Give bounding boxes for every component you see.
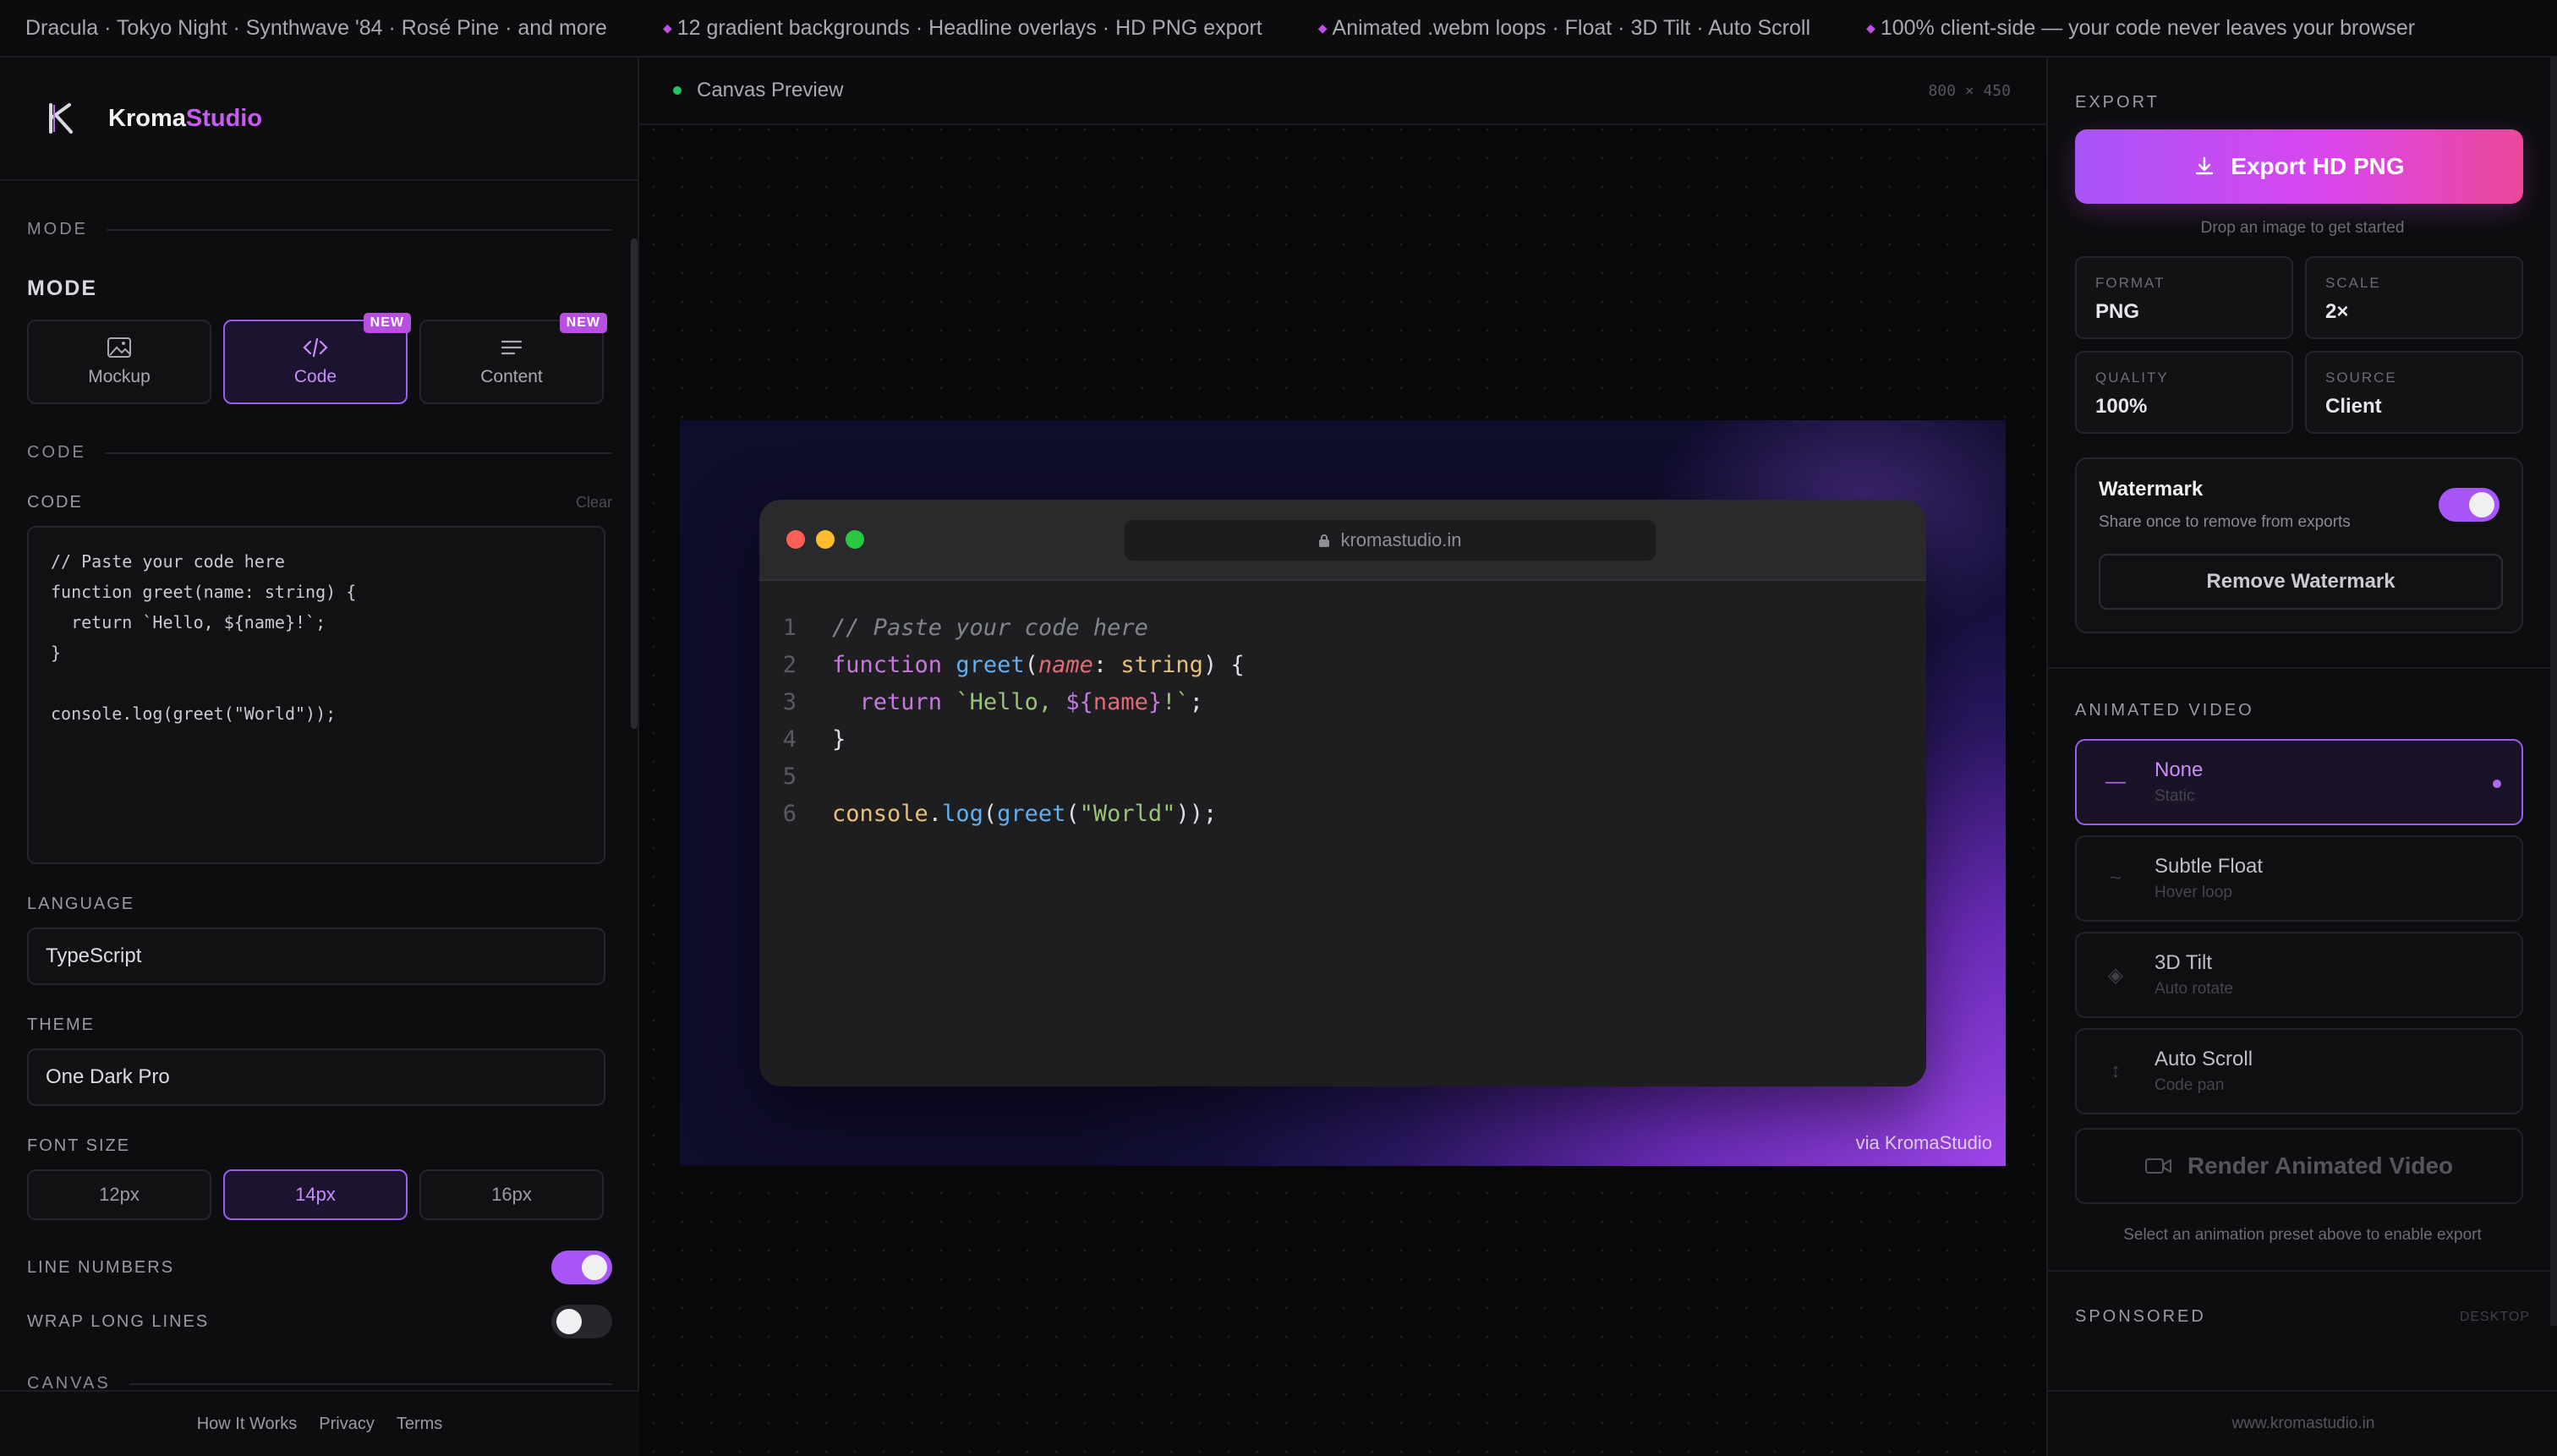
brand-header: KromaStudio [0, 57, 638, 181]
ticker-item: ◆ Animated .webm loops · Float · 3D Tilt … [1317, 15, 1811, 40]
remove-watermark-button[interactable]: Remove Watermark [2099, 554, 2503, 610]
diamond-bullet-icon: ◆ [1317, 20, 1328, 35]
wave-icon: ~ [2109, 867, 2122, 889]
animation-preset-3d-tilt[interactable]: ◈ 3D Tilt Auto rotate [2075, 932, 2523, 1018]
sidebar-footer: How It Works Privacy Terms [0, 1390, 639, 1456]
new-badge: NEW [559, 313, 607, 333]
font-size-12-button[interactable]: 12px [27, 1169, 211, 1220]
diamond-bullet-icon: ◆ [1866, 20, 1875, 35]
setting-quality[interactable]: QUALITY 100% [2075, 351, 2293, 434]
maximize-dot-icon [846, 530, 864, 549]
setting-source[interactable]: SOURCE Client [2305, 351, 2523, 434]
font-size-14-button[interactable]: 14px [223, 1169, 408, 1220]
code-line: 5 [782, 764, 797, 790]
preview-header: Canvas Preview 800 × 450 [639, 57, 2046, 125]
setting-format[interactable]: FORMAT PNG [2075, 256, 2293, 339]
code-line: 1// Paste your code here [782, 615, 1148, 641]
animation-preset-none[interactable]: — None Static [2075, 739, 2523, 825]
diamond-bullet-icon: ◆ [662, 20, 672, 35]
video-camera-icon [2144, 1158, 2171, 1174]
canvas-watermark: via KromaStudio [1855, 1132, 1992, 1153]
mode-selector: Mockup NEW Code NEW Content [27, 313, 612, 404]
footer-link-how-it-works[interactable]: How It Works [197, 1415, 298, 1434]
setting-scale[interactable]: SCALE 2× [2305, 256, 2523, 339]
canvas-preview[interactable]: kromastudio.in 1// Paste your code here … [680, 420, 2006, 1166]
export-settings: FORMAT PNG SCALE 2× QUALITY 100% SOURCE Clie… [2075, 256, 2530, 434]
code-preview: 1// Paste your code here 2 function greet… [759, 581, 1926, 833]
wrap-lines-toggle[interactable] [551, 1305, 612, 1338]
footer-link-privacy[interactable]: Privacy [319, 1415, 375, 1434]
lock-icon [1319, 534, 1330, 547]
selected-dot-icon [2493, 780, 2501, 788]
live-status-dot [673, 86, 682, 95]
font-size-16-button[interactable]: 16px [419, 1169, 604, 1220]
language-select[interactable]: TypeScript [27, 928, 605, 985]
mode-title: MODE [27, 276, 97, 300]
code-line: 2 function greet(name: string) { [782, 652, 1245, 678]
dash-icon: — [2105, 770, 2126, 793]
code-icon [303, 337, 328, 358]
section-header-canvas: CANVAS [27, 1374, 612, 1390]
code-line: 3 return `Hello, ${name} !`; [782, 689, 1203, 715]
sidebar-scrollbar[interactable] [631, 238, 638, 729]
preview-title: Canvas Preview [673, 79, 843, 102]
animation-preset-subtle-float[interactable]: ~ Subtle Float Hover loop [2075, 835, 2523, 922]
updown-icon: ↕ [2111, 1059, 2121, 1082]
line-numbers-row: LINE NUMBERS [27, 1249, 612, 1286]
url-bar: kromastudio.in [1125, 520, 1656, 561]
diamond-icon: ◈ [2107, 963, 2124, 987]
animation-presets: — None Static ~ Subtle Float Hover loop ◈ … [2075, 739, 2530, 1114]
ticker-item: ◆ 100% client-side — your code never leav… [1866, 15, 2416, 40]
export-hd-png-button[interactable]: Export HD PNG [2075, 129, 2523, 204]
canvas-area: Canvas Preview 800 × 450 kromastudio.in … [639, 57, 2046, 1456]
watermark-toggle[interactable] [2439, 488, 2500, 522]
section-header-code: CODE [27, 443, 612, 463]
right-footer: www.kromastudio.in [2048, 1390, 2557, 1456]
export-section-label: EXPORT [2075, 93, 2160, 112]
font-size-selector: 12px 14px 16px [27, 1169, 612, 1220]
theme-select[interactable]: One Dark Pro [27, 1048, 605, 1106]
left-sidebar: KromaStudio MODE MODE Mockup NEW Code NE… [0, 57, 639, 1456]
line-numbers-toggle[interactable] [551, 1251, 612, 1284]
ticker-item: Dracula · Tokyo Night · Synthwave '84 · … [25, 15, 607, 40]
canvas-dimensions: 800 × 450 [1928, 81, 2011, 100]
window-titlebar: kromastudio.in [759, 500, 1926, 581]
animated-video-label: ANIMATED VIDEO [2075, 701, 2254, 720]
animation-preset-auto-scroll[interactable]: ↕ Auto Scroll Code pan [2075, 1028, 2523, 1114]
code-line: 6 console. log(greet("World")); [782, 801, 1218, 827]
mode-button-code[interactable]: NEW Code [223, 313, 411, 404]
mode-button-mockup[interactable]: Mockup [27, 320, 211, 404]
ticker-item: ◆ 12 gradient backgrounds · Headline over… [662, 15, 1262, 40]
code-line: 4} [782, 726, 846, 753]
watermark-card: Watermark Share once to remove from expo… [2075, 457, 2523, 633]
render-hint: Select an animation preset above to enab… [2123, 1226, 2482, 1244]
new-badge: NEW [363, 313, 411, 333]
render-animated-video-button[interactable]: Render Animated Video [2075, 1128, 2523, 1204]
code-field-label: CODE Clear [27, 493, 612, 512]
page-scrollbar[interactable] [2550, 57, 2557, 1326]
mode-button-content[interactable]: NEW Content [419, 313, 607, 404]
section-header-mode: MODE [27, 220, 612, 239]
export-hint: Drop an image to get started [2200, 219, 2405, 237]
font-size-label: FONT SIZE [27, 1136, 131, 1155]
text-lines-icon [501, 340, 523, 355]
close-dot-icon [786, 530, 805, 549]
minimize-dot-icon [816, 530, 835, 549]
download-icon [2196, 156, 2214, 175]
footer-link-terms[interactable]: Terms [397, 1415, 442, 1434]
announcement-ticker: Dracula · Tokyo Night · Synthwave '84 · … [0, 0, 2557, 57]
language-label: LANGUAGE [27, 895, 135, 913]
sponsored-header: SPONSORED DESKTOP [2075, 1307, 2530, 1326]
sidebar-settings[interactable]: MODE MODE Mockup NEW Code NEW Content CO… [0, 181, 639, 1390]
watermark-subtitle: Share once to remove from exports [2099, 513, 2351, 531]
theme-label: THEME [27, 1015, 95, 1034]
image-icon [107, 337, 131, 358]
right-panel: EXPORT Export HD PNG Drop an image to ge… [2046, 57, 2557, 1456]
code-window-mockup: kromastudio.in 1// Paste your code here … [759, 500, 1926, 1087]
kroma-logo-icon [49, 103, 73, 134]
clear-code-button[interactable]: Clear [576, 494, 612, 512]
brand-name: KromaStudio [108, 104, 263, 132]
wrap-lines-row: WRAP LONG LINES [27, 1303, 612, 1340]
code-input[interactable]: // Paste your code here function greet(n… [27, 526, 605, 864]
